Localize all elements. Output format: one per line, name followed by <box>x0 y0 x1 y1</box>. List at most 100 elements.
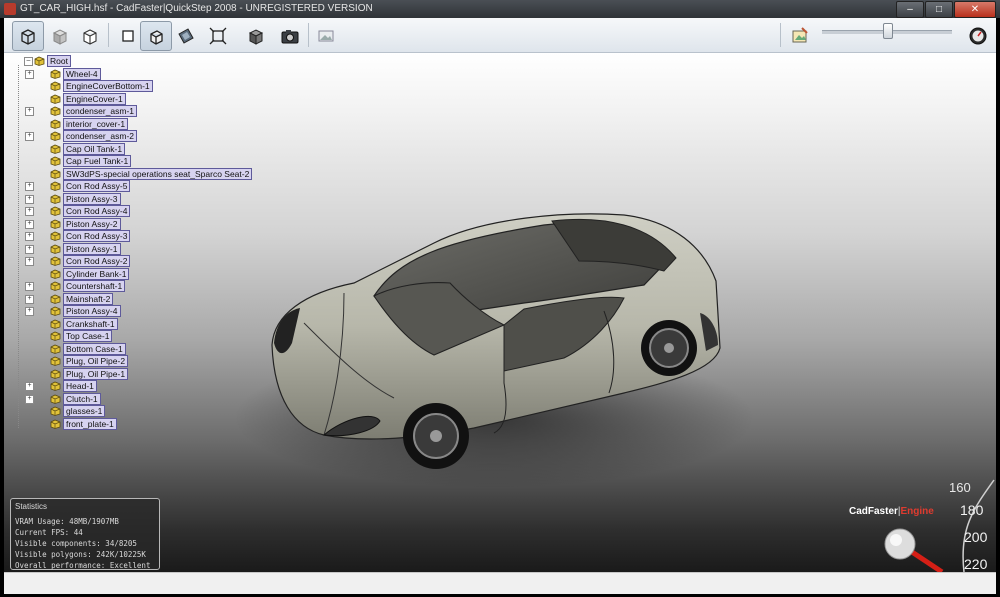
expand-icon[interactable]: + <box>25 219 34 229</box>
image-icon[interactable] <box>310 21 342 51</box>
tree-node[interactable]: + Piston Assy-3 <box>25 192 121 205</box>
texture-icon[interactable] <box>170 21 202 51</box>
expand-icon[interactable]: + <box>25 107 34 116</box>
part-icon <box>34 56 45 66</box>
tree-node[interactable]: SW3dPS-special operations seat_Sparco Se… <box>50 167 253 180</box>
toolbar-separator <box>780 23 781 47</box>
tree-node[interactable]: + Con Rod Assy-4 <box>25 205 131 217</box>
tree-node[interactable]: + condenser_asm-2 <box>25 130 138 142</box>
camera-icon[interactable] <box>274 21 306 51</box>
tree-node-label: Root <box>47 55 71 67</box>
tree-node[interactable]: + Piston Assy-1 <box>25 242 121 255</box>
part-icon <box>50 219 61 229</box>
tree-node[interactable]: + Head-1 <box>25 380 97 392</box>
collapse-icon[interactable]: – <box>24 57 33 66</box>
expand-icon[interactable]: + <box>25 307 34 316</box>
part-icon <box>50 206 61 216</box>
tree-node[interactable]: + Piston Assy-2 <box>25 217 121 230</box>
car-model-render[interactable] <box>4 53 996 572</box>
close-button[interactable]: ✕ <box>954 1 996 18</box>
background-picker-icon[interactable] <box>784 21 816 51</box>
window-title: GT_CAR_HIGH.hsf - CadFaster|QuickStep 20… <box>20 3 373 14</box>
tree-node[interactable]: interior_cover-1 <box>50 117 129 130</box>
cube-shaded-icon[interactable] <box>44 21 76 51</box>
3d-viewport[interactable]: – Root + Wheel-4 EngineCoverBottom-1 EngineCo… <box>4 53 996 572</box>
stat-vram: VRAM Usage: 48MB/1907MB <box>15 517 119 526</box>
cube-wireframe-icon[interactable] <box>12 21 44 51</box>
tree-node-label: Bottom Case-1 <box>63 342 126 355</box>
tree-node[interactable]: EngineCover-1 <box>50 92 126 105</box>
tree-node[interactable]: front_plate-1 <box>50 417 117 430</box>
tree-node-label: Piston Assy-2 <box>63 217 121 230</box>
part-icon <box>50 144 61 154</box>
minimize-button[interactable]: – <box>896 1 924 18</box>
tree-node[interactable]: Cylinder Bank-1 <box>50 267 130 280</box>
part-icon <box>50 106 61 116</box>
box-solid-icon[interactable] <box>240 21 272 51</box>
tree-node-label: SW3dPS-special operations seat_Sparco Se… <box>63 167 253 180</box>
tree-node-label: Piston Assy-1 <box>63 242 121 255</box>
tree-node[interactable]: Top Case-1 <box>50 330 113 342</box>
speedo-tick-180: 180 <box>960 502 984 518</box>
expand-icon[interactable]: + <box>25 182 34 191</box>
part-icon <box>50 369 61 379</box>
toolbar-separator <box>108 23 109 47</box>
part-icon <box>50 119 61 129</box>
tree-node[interactable]: glasses-1 <box>50 405 106 417</box>
tree-node[interactable]: Cap Fuel Tank-1 <box>50 155 132 167</box>
expand-icon[interactable]: + <box>25 257 34 266</box>
tree-node[interactable]: EngineCoverBottom-1 <box>50 80 153 92</box>
expand-icon[interactable]: + <box>25 69 34 79</box>
maximize-button[interactable]: □ <box>925 1 953 18</box>
tree-node-label: Mainshaft-2 <box>63 292 114 305</box>
tree-node[interactable]: Plug, Oil Pipe-1 <box>50 367 129 380</box>
tree-node[interactable]: + condenser_asm-1 <box>25 105 138 117</box>
expand-icon[interactable]: + <box>25 394 34 404</box>
part-icon <box>50 356 61 366</box>
tree-node[interactable]: + Con Rod Assy-2 <box>25 255 131 267</box>
tree-node-label: Con Rod Assy-4 <box>63 205 131 217</box>
expand-icon[interactable]: + <box>25 207 34 216</box>
expand-icon[interactable]: + <box>25 244 34 254</box>
zoom-slider-thumb[interactable] <box>883 23 893 39</box>
expand-icon[interactable]: + <box>25 232 34 241</box>
gauge-icon[interactable] <box>962 21 994 51</box>
tree-node-label: Con Rod Assy-2 <box>63 255 131 267</box>
tree-guide-line <box>18 65 19 428</box>
toolbar <box>4 18 996 53</box>
tree-node[interactable]: + Con Rod Assy-3 <box>25 230 131 242</box>
tree-node[interactable]: + Con Rod Assy-5 <box>25 180 131 192</box>
tree-node-label: condenser_asm-1 <box>63 105 138 117</box>
fit-frame-icon[interactable] <box>202 21 234 51</box>
part-icon <box>50 131 61 141</box>
part-icon <box>50 81 61 91</box>
part-icon <box>50 194 61 204</box>
expand-icon[interactable]: + <box>25 282 34 291</box>
tree-node[interactable]: Bottom Case-1 <box>50 342 126 355</box>
tree-node[interactable]: Crankshaft-1 <box>50 317 118 330</box>
tree-node[interactable]: + Wheel-4 <box>25 67 101 80</box>
cube-hidden-line-icon[interactable] <box>74 21 106 51</box>
expand-icon[interactable]: + <box>25 194 34 204</box>
speedo-tick-160: 160 <box>949 480 971 495</box>
tree-root[interactable]: – Root <box>24 55 71 67</box>
tree-node[interactable]: + Piston Assy-4 <box>25 305 121 317</box>
expand-icon[interactable]: + <box>25 294 34 304</box>
tree-node-label: interior_cover-1 <box>63 117 129 130</box>
expand-icon[interactable]: + <box>25 132 34 141</box>
tree-node[interactable]: Cap Oil Tank-1 <box>50 142 126 155</box>
cube-perspective-icon[interactable] <box>140 21 172 51</box>
part-icon <box>50 281 61 291</box>
tree-node[interactable]: + Mainshaft-2 <box>25 292 114 305</box>
tree-node-label: Head-1 <box>63 380 97 392</box>
expand-icon[interactable]: + <box>25 382 34 391</box>
stat-polygons: Visible polygons: 242K/10225K <box>15 550 146 559</box>
speedo-tick-220: 220 <box>964 556 988 572</box>
tree-node[interactable]: Plug, Oil Pipe-2 <box>50 355 129 367</box>
tree-node-label: Wheel-4 <box>63 67 101 80</box>
part-icon <box>50 269 61 279</box>
tree-node[interactable]: + Clutch-1 <box>25 392 101 405</box>
tree-node[interactable]: + Countershaft-1 <box>25 280 126 292</box>
part-icon <box>50 381 61 391</box>
part-icon <box>50 394 61 404</box>
